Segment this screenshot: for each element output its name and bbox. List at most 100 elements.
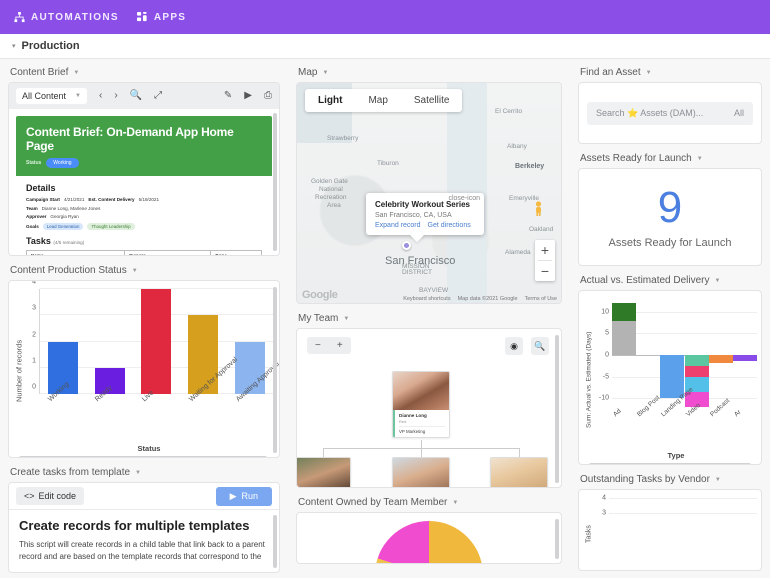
org-zoom-controls: − + — [307, 337, 351, 354]
org-node-child[interactable]: Shaydie Narquez THJ Creative Lead — [392, 457, 450, 487]
search-icon[interactable]: 🔍 — [130, 91, 142, 101]
chart-inner: Sum: Actual vs. Estimated (Days) 10 5 0 -5 -… — [583, 299, 757, 460]
chevron-down-icon[interactable]: ▼ — [343, 316, 349, 322]
vertical-scrollbar[interactable] — [555, 335, 559, 483]
target-icon[interactable]: ◉ — [505, 337, 523, 355]
nav-apps-label: APPS — [153, 11, 187, 23]
hierarchy-icon — [14, 11, 25, 22]
keyboard-shortcuts-link[interactable]: Keyboard shortcuts — [403, 296, 450, 302]
map-place-label: Albany — [507, 143, 527, 150]
org-zoom-in-button[interactable]: + — [329, 337, 351, 354]
panel-my-team-title: My Team — [298, 313, 339, 324]
avatar — [297, 458, 350, 487]
map-pin[interactable] — [402, 241, 411, 250]
org-tools: ◉ 🔍 — [505, 337, 549, 355]
panel-content-brief: Content Brief ▼ All Content ▼ ‹ › 🔍 ⤢ ✎ … — [8, 67, 280, 256]
chevron-down-icon[interactable]: ▼ — [73, 70, 79, 76]
breadcrumb-label[interactable]: Production — [22, 40, 80, 52]
map-zoom-in-button[interactable]: + — [535, 240, 555, 260]
panel-delivery-title: Actual vs. Estimated Delivery — [580, 275, 710, 286]
breadcrumb-caret-icon[interactable]: ▾ — [12, 42, 16, 50]
vertical-scrollbar[interactable] — [273, 287, 277, 453]
chevron-down-icon[interactable]: ▼ — [646, 70, 652, 76]
map-tab-map[interactable]: Map — [355, 89, 400, 112]
street-view-pegman-icon[interactable] — [534, 201, 543, 216]
stacked-bar[interactable] — [708, 299, 733, 411]
x-axis-labels: Working Ready Live Waiting for Approval Awai… — [39, 356, 279, 442]
prev-record-button[interactable]: ‹ — [99, 91, 102, 101]
chevron-down-icon[interactable]: ▼ — [135, 470, 141, 476]
close-icon[interactable]: close-icon — [448, 195, 480, 202]
map-zoom-out-button[interactable]: − — [535, 261, 555, 281]
map-card[interactable]: Light Map Satellite El Cerrito Strawberry… — [296, 82, 562, 304]
vendor-tasks-chart: Tasks 43 — [578, 489, 762, 571]
pie-chart — [375, 521, 483, 563]
chevron-down-icon[interactable]: ▼ — [452, 500, 458, 506]
next-record-button[interactable]: › — [114, 91, 117, 101]
nav-automations[interactable]: AUTOMATIONS — [14, 11, 119, 23]
stacked-bar[interactable] — [612, 299, 637, 411]
org-node-child[interactable]: Boswe Lead — [297, 457, 351, 487]
script-heading: Create records for multiple templates — [19, 518, 250, 533]
expand-record-link[interactable]: Expand record — [375, 222, 421, 229]
vertical-scrollbar[interactable] — [273, 113, 277, 251]
run-button[interactable]: ▶ Run — [215, 486, 272, 506]
edit-code-button[interactable]: <> Edit code — [16, 487, 85, 505]
bar[interactable] — [141, 289, 172, 394]
chevron-down-icon[interactable]: ▼ — [322, 70, 328, 76]
panel-vendor-tasks-title: Outstanding Tasks by Vendor — [580, 474, 710, 485]
search-icon[interactable]: 🔍 — [531, 337, 549, 355]
production-status-chart: Number of records 0 1 2 3 4 Working Ready Live… — [8, 280, 280, 458]
expand-icon[interactable]: ⤢ — [154, 91, 162, 101]
vertical-scrollbar[interactable] — [273, 515, 277, 568]
brief-status-line: Status Working — [26, 158, 262, 168]
detail-row: Team Dianne Long, Marlene Jones — [26, 206, 262, 211]
dashboard-grid: Content Brief ▼ All Content ▼ ‹ › 🔍 ⤢ ✎ … — [0, 59, 770, 578]
chevron-down-icon[interactable]: ▼ — [715, 477, 721, 483]
search-input[interactable]: Search ⭐ Assets (DAM)... All — [587, 101, 753, 125]
y-axis-tick: 0 — [32, 383, 36, 391]
map-tab-satellite[interactable]: Satellite — [401, 89, 463, 112]
nav-apps[interactable]: APPS — [136, 11, 187, 23]
chevron-down-icon[interactable]: ▼ — [697, 156, 703, 162]
horizontal-scrollbar[interactable] — [589, 463, 751, 464]
plot-wrapper: 10 5 0 -5 -10 Ad Blog Post Landing Page Video Po… — [595, 299, 757, 460]
y-axis: 43 — [595, 495, 609, 556]
details-heading: Details — [26, 183, 56, 193]
org-node-child[interactable]: Marlene Jones Teal Creative Lead — [490, 457, 548, 487]
horizontal-scrollbar[interactable] — [19, 456, 267, 457]
org-node-root[interactable]: Dianne Long Red VP Marketing — [392, 371, 450, 438]
column-right: Find an Asset ▼ Search ⭐ Assets (DAM)...… — [570, 59, 770, 578]
chevron-down-icon[interactable]: ▼ — [715, 278, 721, 284]
view-select[interactable]: All Content ▼ — [16, 88, 87, 104]
nav-automations-label: AUTOMATIONS — [31, 11, 119, 23]
play-icon[interactable]: ▶ — [244, 91, 252, 101]
terms-of-use-link[interactable]: Terms of Use — [525, 296, 557, 302]
stacked-bar[interactable] — [732, 299, 757, 411]
delivery-chart: Sum: Actual vs. Estimated (Days) 10 5 0 -5 -… — [578, 290, 762, 465]
pencil-icon[interactable]: ✎ — [224, 91, 232, 101]
panel-find-asset: Find an Asset ▼ Search ⭐ Assets (DAM)...… — [578, 67, 762, 144]
chevron-down-icon[interactable]: ▼ — [132, 268, 138, 274]
table-header-row: Name Owners Done — [26, 249, 262, 255]
panel-production-status: Content Production Status ▼ Number of re… — [8, 265, 280, 458]
org-zoom-out-button[interactable]: − — [307, 337, 329, 354]
vertical-scrollbar[interactable] — [555, 519, 559, 559]
get-directions-link[interactable]: Get directions — [428, 222, 471, 229]
map-attribution: Map data ©2021 Google — [457, 296, 518, 302]
panel-find-asset-header: Find an Asset ▼ — [578, 67, 762, 78]
bar-segment — [684, 355, 709, 366]
print-icon[interactable]: ⎙ — [264, 91, 272, 101]
map-tab-light[interactable]: Light — [305, 89, 355, 112]
panel-content-owned: Content Owned by Team Member ▼ — [296, 497, 562, 564]
brief-status-label: Status — [26, 160, 42, 166]
top-navigation-bar: AUTOMATIONS APPS — [0, 0, 770, 34]
x-axis-title: Status — [137, 444, 161, 453]
bar-segment — [660, 355, 685, 399]
y-axis-label: Sum: Actual vs. Estimated (Days) — [585, 331, 593, 428]
brief-heading: Content Brief: On-Demand App Home Page — [26, 125, 234, 153]
detail-value: Georgia Ryan — [50, 214, 79, 219]
map-footer: Keyboard shortcuts Map data ©2021 Google… — [403, 296, 557, 302]
y-axis-tick: -5 — [602, 373, 609, 381]
org-chart-card: − + ◉ 🔍 Dianne Long Red VP Marketing — [296, 328, 562, 488]
